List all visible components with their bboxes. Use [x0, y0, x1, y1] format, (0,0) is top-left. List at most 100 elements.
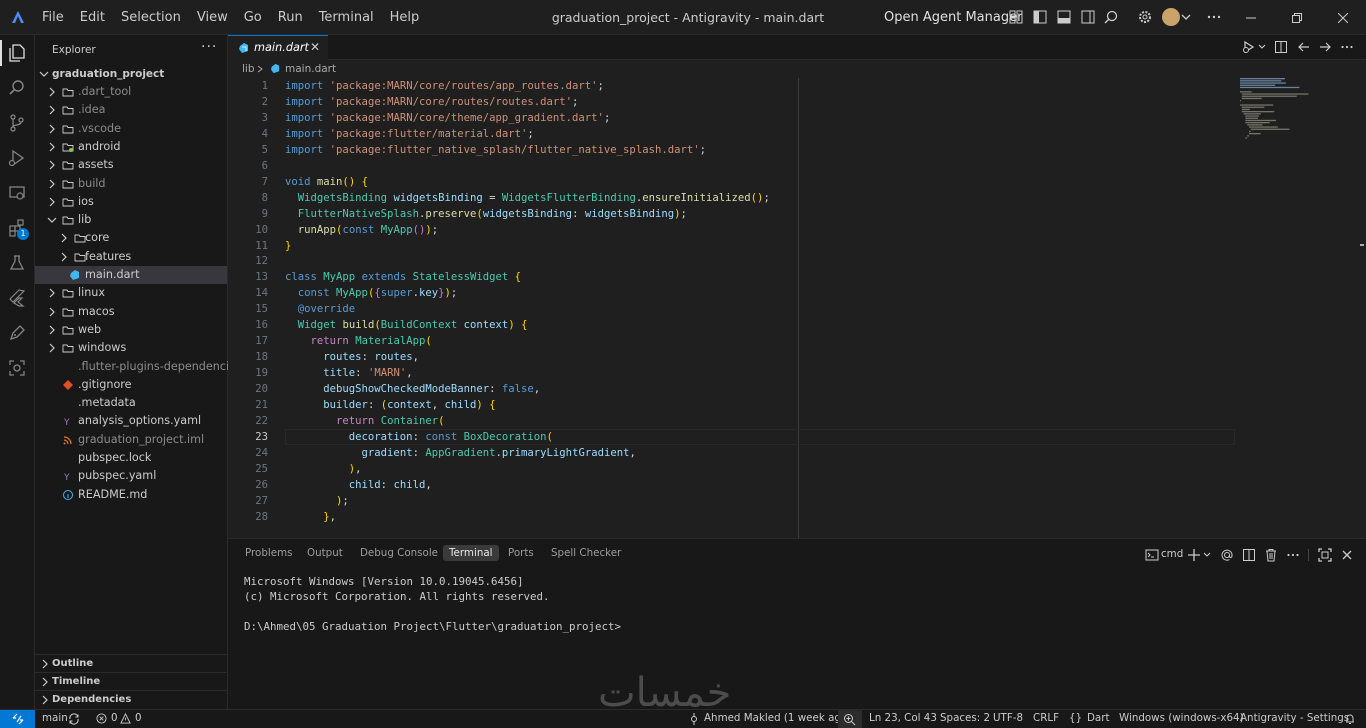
tab-output[interactable]: Output	[307, 547, 343, 559]
settings-label[interactable]: Antigravity - Settings	[1240, 712, 1349, 724]
chevron-down-icon[interactable]	[1203, 548, 1211, 562]
breadcrumb-folder[interactable]: lib	[242, 63, 255, 75]
tab-close-button[interactable]: ✕	[310, 40, 320, 54]
encoding[interactable]: UTF-8	[993, 712, 1023, 724]
tree-item[interactable]: macos	[35, 303, 227, 321]
tree-item[interactable]: windows	[35, 339, 227, 357]
terminal-shell-name[interactable]: cmd	[1161, 548, 1183, 560]
minimize-button[interactable]	[1228, 0, 1274, 35]
more-actions-icon[interactable]	[1286, 548, 1300, 562]
error-count[interactable]: 0	[111, 712, 118, 724]
source-control-icon[interactable]	[7, 113, 27, 133]
toggle-sidebar-icon[interactable]	[1032, 9, 1048, 25]
tab-problems[interactable]: Problems	[245, 547, 292, 559]
tree-item[interactable]: .flutter-plugins-dependencies	[35, 358, 242, 376]
menu-item-edit[interactable]: Edit	[72, 10, 113, 25]
tab-spell-checker[interactable]: Spell Checker	[551, 547, 621, 559]
outline-section[interactable]: Outline	[35, 654, 227, 673]
tree-item[interactable]: assets	[35, 156, 227, 174]
restore-button[interactable]	[1274, 0, 1320, 35]
error-icon[interactable]	[96, 713, 107, 724]
toggle-secondary-sidebar-icon[interactable]	[1080, 9, 1096, 25]
timeline-section[interactable]: Timeline	[35, 672, 227, 691]
tree-item[interactable]: web	[35, 321, 227, 339]
editor-scrollbar[interactable]	[1354, 78, 1364, 538]
branch-label[interactable]: main	[42, 712, 68, 724]
tree-item[interactable]: Ypubspec.yaml	[35, 467, 227, 485]
pen-tool-icon[interactable]	[7, 323, 27, 343]
toggle-panel-icon[interactable]	[1056, 9, 1072, 25]
explorer-icon[interactable]	[7, 43, 27, 63]
more-actions-icon[interactable]	[1340, 40, 1354, 54]
maximize-panel-icon[interactable]	[1318, 548, 1332, 562]
tab-debug-console[interactable]: Debug Console	[360, 547, 438, 559]
arrow-right-icon[interactable]	[1318, 40, 1332, 54]
close-icon[interactable]	[1340, 548, 1354, 562]
run-debug-icon[interactable]	[7, 148, 27, 168]
open-agent-manager-button[interactable]: Open Agent Manager	[884, 0, 1022, 35]
testing-icon[interactable]	[7, 253, 27, 273]
tree-item[interactable]: android	[35, 138, 227, 156]
tree-item[interactable]: .vscode	[35, 120, 227, 138]
run-split-icon[interactable]	[1242, 40, 1256, 54]
target-platform[interactable]: Windows (windows-x64)	[1119, 712, 1244, 724]
flutter-icon[interactable]	[7, 288, 27, 308]
warning-icon[interactable]	[120, 713, 131, 724]
chevron-down-icon[interactable]	[1258, 43, 1266, 51]
search-icon[interactable]	[1103, 9, 1119, 25]
tree-item[interactable]: graduation_project.iml	[35, 431, 227, 449]
avatar[interactable]	[1162, 8, 1180, 26]
close-window-button[interactable]	[1320, 0, 1366, 35]
layout-customize-icon[interactable]	[1008, 9, 1024, 25]
breadcrumb-file[interactable]: main.dart	[285, 63, 336, 75]
menu-item-go[interactable]: Go	[236, 10, 270, 25]
notifications-bell-icon[interactable]	[1344, 713, 1356, 725]
sync-icon[interactable]	[68, 713, 80, 725]
tree-item[interactable]: pubspec.lock	[35, 449, 227, 467]
menu-item-run[interactable]: Run	[270, 10, 311, 25]
at-mention-icon[interactable]	[1220, 548, 1234, 562]
indentation[interactable]: Spaces: 2	[940, 712, 990, 724]
minimap[interactable]	[1240, 78, 1350, 158]
tree-item[interactable]: linux	[35, 284, 227, 302]
tree-item[interactable]: main.dart	[35, 266, 227, 284]
plus-icon[interactable]	[1187, 548, 1201, 562]
tab-ports[interactable]: Ports	[508, 547, 534, 559]
tree-item[interactable]: .gitignore	[35, 376, 227, 394]
tree-item[interactable]: .dart_tool	[35, 83, 227, 101]
split-terminal-icon[interactable]	[1242, 548, 1256, 562]
remote-indicator[interactable]	[0, 710, 35, 728]
tree-item[interactable]: README.md	[35, 486, 227, 504]
warning-count[interactable]: 0	[135, 712, 142, 724]
menu-item-help[interactable]: Help	[382, 10, 428, 25]
menu-item-view[interactable]: View	[189, 10, 236, 25]
menu-item-file[interactable]: File	[34, 10, 72, 25]
cursor-position[interactable]: Ln 23, Col 43	[869, 712, 937, 724]
tree-item[interactable]: core	[35, 229, 227, 247]
tab-terminal[interactable]: Terminal	[443, 545, 499, 561]
tree-item[interactable]: .idea	[35, 101, 227, 119]
tree-item[interactable]: build	[35, 175, 227, 193]
split-editor-icon[interactable]	[1274, 40, 1288, 54]
trash-icon[interactable]	[1264, 548, 1278, 562]
inspect-icon[interactable]	[7, 358, 27, 378]
code-editor[interactable]: 1 2 3 4 5 6 7 8 9 10 11 12 13 14 15 16 17 18 19 20 21 22 23 24 2…	[228, 78, 1366, 538]
tree-item[interactable]: features	[35, 248, 227, 266]
remote-explorer-icon[interactable]	[7, 183, 27, 203]
language-mode[interactable]: Dart	[1087, 712, 1110, 724]
explorer-more-actions-button[interactable]: ···	[201, 39, 217, 55]
tree-item[interactable]: lib	[35, 211, 227, 229]
more-actions-icon[interactable]	[1206, 9, 1222, 25]
menu-item-selection[interactable]: Selection	[113, 10, 189, 25]
menu-item-terminal[interactable]: Terminal	[311, 10, 382, 25]
gear-icon[interactable]	[1137, 9, 1153, 25]
tab-main-dart[interactable]: main.dart ✕	[228, 35, 328, 60]
tree-root[interactable]: graduation_project	[35, 65, 227, 83]
tree-item[interactable]: .metadata	[35, 394, 227, 412]
search-view-icon[interactable]	[7, 78, 27, 98]
line-ending[interactable]: CRLF	[1033, 712, 1059, 724]
zoom-button[interactable]	[838, 710, 862, 728]
chevron-down-icon[interactable]	[1181, 12, 1191, 22]
tree-item[interactable]: Yanalysis_options.yaml	[35, 412, 227, 430]
tree-item[interactable]: ios	[35, 193, 227, 211]
